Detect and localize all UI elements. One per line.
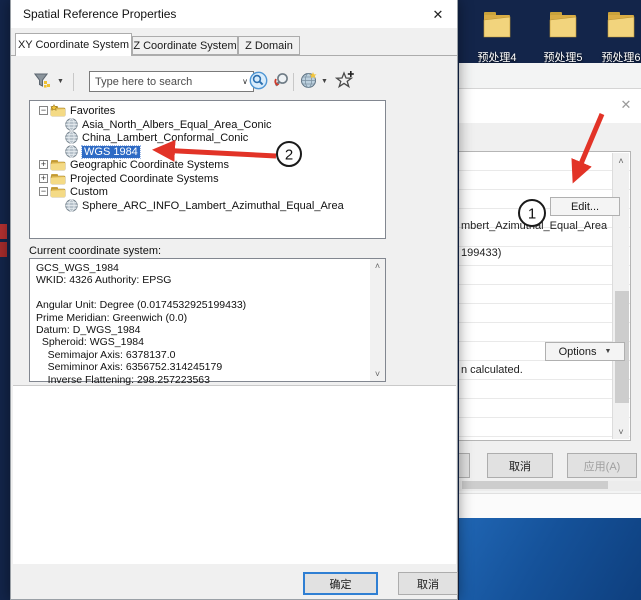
background-dialog-titlebar <box>459 89 641 123</box>
globe-icon <box>65 199 78 212</box>
tab-z-domain[interactable]: Z Domain <box>238 36 300 55</box>
tab-xy-coordinate-system[interactable]: XY Coordinate System <box>15 33 132 56</box>
current-coordinate-system-box: GCS_WGS_1984 WKID: 4326 Authority: EPSG … <box>29 258 386 382</box>
expand-icon[interactable]: + <box>39 160 48 169</box>
vertical-scrollbar[interactable]: ˄ ˅ <box>370 259 385 381</box>
toolbar-separator <box>293 73 294 91</box>
list-row-text: n calculated. <box>461 364 523 376</box>
chevron-down-icon: ▼ <box>604 348 611 355</box>
tree-item-wgs-1984-selected[interactable]: WGS 1984 <box>65 145 140 159</box>
folder-icon <box>548 8 578 42</box>
tree-item-favorites[interactable]: Favorites <box>50 104 115 118</box>
scroll-down-icon[interactable]: ˅ <box>613 424 629 439</box>
list-row-text: mbert_Azimuthal_Equal_Area <box>461 220 607 232</box>
scroll-up-icon[interactable]: ˄ <box>613 153 629 168</box>
globe-icon <box>65 118 78 131</box>
tab-z-coordinate-system[interactable]: Z Coordinate System <box>132 36 238 55</box>
search-icon[interactable] <box>249 71 268 90</box>
folder-icon <box>50 172 66 185</box>
desktop-folder-4[interactable]: 预处理4 <box>469 8 525 65</box>
desktop-wallpaper <box>459 517 641 600</box>
apply-button[interactable]: 应用(A) <box>567 453 637 478</box>
empty-panel <box>13 385 456 564</box>
tree-item-label: Custom <box>70 186 108 198</box>
toolbar-separator <box>73 73 74 91</box>
background-dialog: ✕ ˄ ˅ Edit... mbert_Azimuthal_Equal_Area… <box>459 88 641 481</box>
window-bottom-strip <box>459 493 641 518</box>
collapse-icon[interactable]: − <box>39 187 48 196</box>
folder-icon <box>482 8 512 42</box>
desktop-icon-fragment <box>0 224 7 239</box>
tree-item-label: Projected Coordinate Systems <box>70 173 219 185</box>
scroll-down-icon[interactable]: ˅ <box>370 367 385 381</box>
edit-button[interactable]: Edit... <box>550 197 620 216</box>
options-button-label: Options <box>559 346 597 358</box>
globe-icon <box>65 131 78 144</box>
globe-tool-icon[interactable] <box>300 71 318 89</box>
search-placeholder: Type here to search <box>90 76 237 88</box>
tree-item-geographic-coordinate-systems[interactable]: Geographic Coordinate Systems <box>50 158 229 172</box>
expand-icon[interactable]: + <box>39 174 48 183</box>
folder-icon <box>50 185 66 198</box>
coordinate-system-tree: − Favorites Asia_North_Albers_Equal_Area… <box>29 100 386 239</box>
dialog-title: Spatial Reference Properties <box>23 7 176 21</box>
filter-dropdown-icon[interactable]: ▼ <box>57 78 64 85</box>
collapse-icon[interactable]: − <box>39 106 48 115</box>
tree-item-asia-north-albers[interactable]: Asia_North_Albers_Equal_Area_Conic <box>65 118 272 132</box>
desktop-icon-fragment <box>0 242 7 257</box>
tree-item-label: Geographic Coordinate Systems <box>70 159 229 171</box>
tree-item-label: China_Lambert_Conformal_Conic <box>82 132 248 144</box>
search-input[interactable]: Type here to search ∨ <box>89 71 254 92</box>
add-to-favorites-icon[interactable] <box>335 70 355 90</box>
globe-dropdown-icon[interactable]: ▼ <box>321 78 328 85</box>
folder-icon <box>606 8 636 42</box>
tree-item-label: Asia_North_Albers_Equal_Area_Conic <box>82 119 272 131</box>
close-icon[interactable]: ✕ <box>617 96 635 114</box>
desktop-folder-5[interactable]: 预处理5 <box>535 8 591 65</box>
filter-icon[interactable] <box>33 72 51 90</box>
options-button[interactable]: Options ▼ <box>545 342 625 361</box>
folder-icon <box>50 158 66 171</box>
close-icon[interactable]: ✕ <box>427 6 449 23</box>
properties-list: ˄ ˅ <box>459 151 631 441</box>
horizontal-scrollbar-thumb[interactable] <box>462 481 608 489</box>
cancel-button-background-dialog[interactable]: 取消 <box>487 453 553 478</box>
favorites-folder-icon <box>50 104 66 117</box>
tree-item-projected-coordinate-systems[interactable]: Projected Coordinate Systems <box>50 172 219 186</box>
scroll-up-icon[interactable]: ˄ <box>370 259 385 273</box>
current-coordinate-system-text: GCS_WGS_1984 WKID: 4326 Authority: EPSG … <box>36 262 246 386</box>
ok-button-clipped[interactable] <box>459 453 470 478</box>
tree-item-custom[interactable]: Custom <box>50 185 108 199</box>
tree-item-label: Favorites <box>70 105 115 117</box>
spatial-reference-dialog: Spatial Reference Properties ✕ XY Coordi… <box>10 0 458 600</box>
cancel-button[interactable]: 取消 <box>398 572 458 595</box>
clear-search-icon[interactable] <box>272 71 291 90</box>
list-row-text: 199433) <box>461 247 501 259</box>
tree-item-sphere-arc-info[interactable]: Sphere_ARC_INFO_Lambert_Azimuthal_Equal_… <box>65 199 344 213</box>
tree-item-label-selected: WGS 1984 <box>82 146 140 158</box>
tree-item-china-lambert[interactable]: China_Lambert_Conformal_Conic <box>65 131 248 145</box>
globe-icon <box>65 145 78 158</box>
current-coordinate-system-label: Current coordinate system: <box>29 245 161 257</box>
tree-item-label: Sphere_ARC_INFO_Lambert_Azimuthal_Equal_… <box>82 200 344 212</box>
ok-button[interactable]: 确定 <box>303 572 378 595</box>
desktop-folder-6[interactable]: 预处理6 <box>593 8 641 65</box>
